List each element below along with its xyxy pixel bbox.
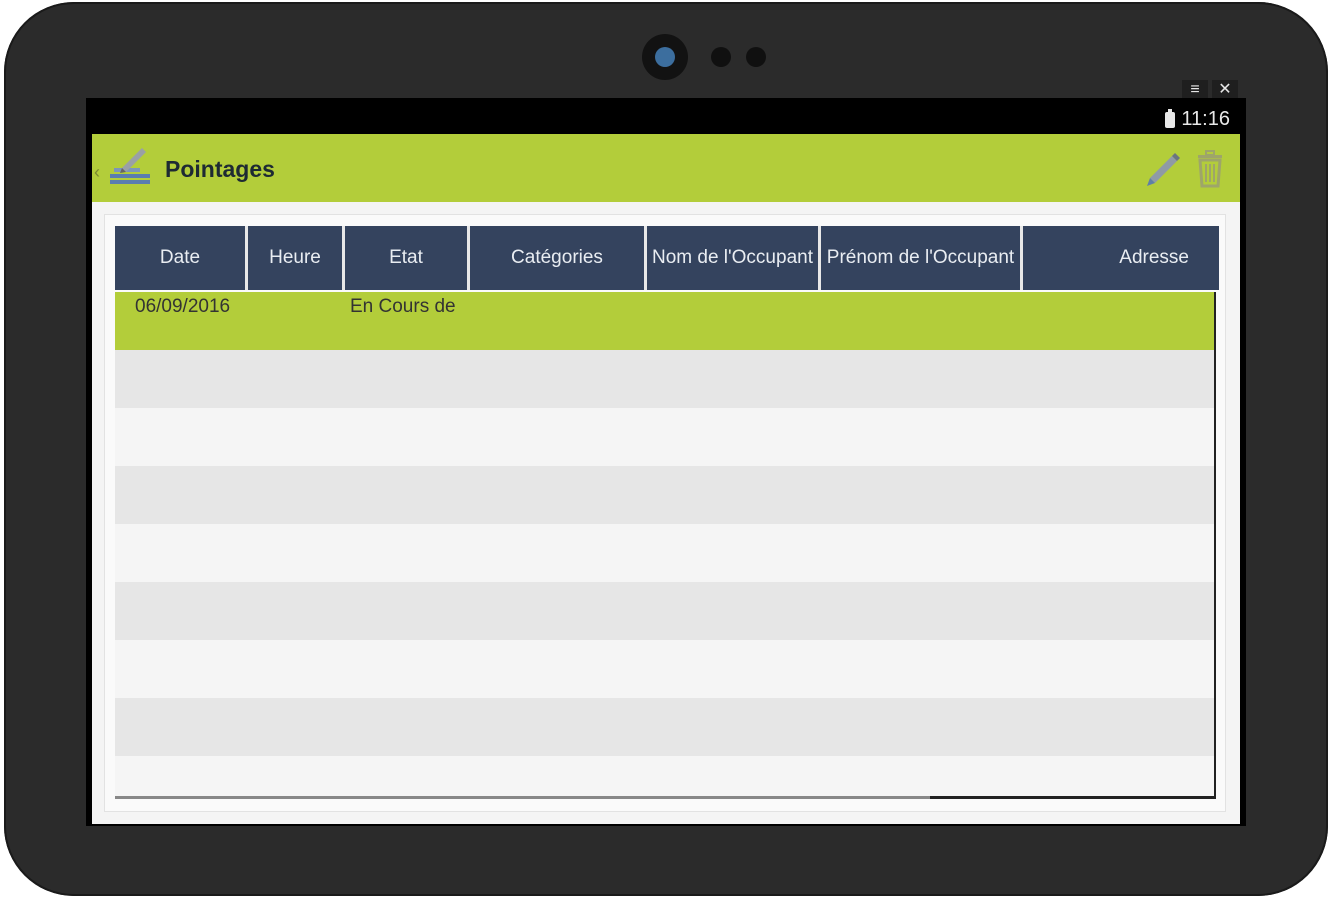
table-header: Date Heure Etat Catégories Nom de l'Occu… [115, 226, 1219, 290]
horizontal-scrollbar[interactable] [930, 796, 1216, 799]
table-body: 06/09/2016 En Cours de Saisie [115, 292, 1215, 796]
empty-row [115, 640, 1215, 698]
pointage-app-icon[interactable] [108, 144, 156, 192]
window-controls: ≡ ✕ [1182, 80, 1238, 100]
column-header-heure[interactable]: Heure [248, 226, 345, 290]
cell-adresse [1013, 292, 1209, 350]
empty-row [115, 582, 1215, 640]
column-header-adresse[interactable]: Adresse [1023, 226, 1219, 290]
empty-row [115, 408, 1215, 466]
column-header-prenom[interactable]: Prénom de l'Occupant [821, 226, 1023, 290]
empty-row [115, 756, 1215, 796]
cell-date: 06/09/2016 [135, 296, 231, 317]
column-header-nom[interactable]: Nom de l'Occupant [647, 226, 821, 290]
cell-categories [460, 292, 637, 350]
sensor-dot [711, 47, 731, 67]
back-icon[interactable]: ‹ [94, 162, 100, 183]
column-header-etat[interactable]: Etat [345, 226, 470, 290]
empty-row [115, 466, 1215, 524]
column-header-categories[interactable]: Catégories [470, 226, 647, 290]
page-title: Pointages [165, 156, 275, 182]
empty-row [115, 524, 1215, 582]
status-time: 11:16 [1181, 108, 1230, 130]
column-header-date[interactable]: Date [115, 226, 248, 290]
table-row[interactable]: 06/09/2016 En Cours de Saisie [115, 292, 1215, 350]
cell-heure [248, 292, 345, 350]
status-bar: 11:16 [92, 104, 1240, 134]
camera-icon [642, 34, 688, 80]
vertical-scrollbar[interactable] [1214, 292, 1216, 798]
cell-nom [637, 292, 811, 350]
status-clock: 11:16 [1165, 108, 1230, 131]
app-bar: ‹ Pointages [92, 134, 1240, 202]
cell-prenom [811, 292, 1013, 350]
trash-icon[interactable] [1194, 148, 1226, 188]
empty-row [115, 698, 1215, 756]
close-icon[interactable]: ✕ [1212, 80, 1238, 100]
sensor-dot [746, 47, 766, 67]
battery-icon [1165, 108, 1176, 128]
empty-row [115, 350, 1215, 408]
cell-etat: En Cours de Saisie [350, 296, 460, 317]
edit-icon[interactable] [1142, 148, 1182, 188]
menu-icon[interactable]: ≡ [1182, 80, 1208, 100]
